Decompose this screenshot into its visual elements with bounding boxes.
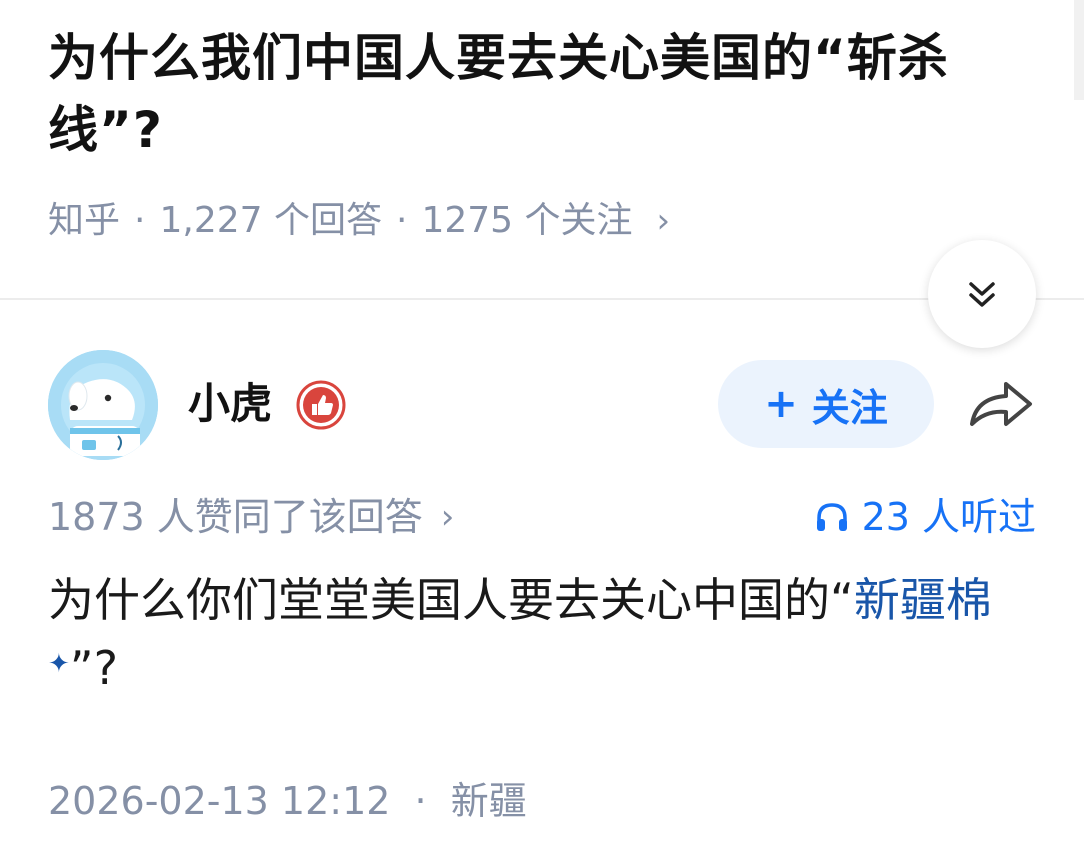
chevron-right-icon: › <box>656 201 671 241</box>
chevron-right-icon: › <box>440 497 455 537</box>
topic-link[interactable]: 新疆棉 <box>854 573 992 627</box>
thumbs-up-badge-icon[interactable] <box>296 380 346 430</box>
avatar[interactable] <box>48 350 158 460</box>
source-label: 知乎 <box>48 200 121 241</box>
answer-text: 为什么你们堂堂美国人要去关心中国的“ <box>48 573 854 627</box>
listened-count[interactable]: 23 人听过 <box>814 490 1036 544</box>
meta-separator: · <box>414 779 427 823</box>
question-meta[interactable]: 知乎 · 1,227 个回答 · 1275 个关注 › <box>48 196 670 246</box>
collapse-button[interactable] <box>928 240 1036 348</box>
upvote-count: 1873 人赞同了该回答 <box>48 495 423 539</box>
share-arrow-icon[interactable] <box>966 376 1036 432</box>
sparkle-icon: ✦ <box>48 649 70 679</box>
meta-separator: · <box>134 200 146 241</box>
follow-button[interactable]: + 关注 <box>718 360 934 448</box>
listened-label: 23 人听过 <box>861 495 1036 539</box>
double-chevron-down-icon <box>969 282 995 307</box>
meta-separator: · <box>395 200 408 241</box>
headphones-icon <box>816 503 847 531</box>
scrollbar[interactable] <box>1074 0 1084 100</box>
answer-body[interactable]: 为什么你们堂堂美国人要去关心中国的“新疆棉 ✦”? <box>48 566 1038 702</box>
answer-text-end: ”? <box>69 641 119 695</box>
answer-location: 新疆 <box>450 779 527 823</box>
answer-timestamp: 2026-02-13 12:12 · 新疆 <box>48 774 527 828</box>
follow-count: 1275 个关注 <box>421 200 633 241</box>
follow-label: 关注 <box>811 385 888 430</box>
answer-date: 2026-02-13 12:12 <box>48 779 391 823</box>
author-name[interactable]: 小虎 <box>188 378 272 430</box>
answer-page: 为什么我们中国人要去关心美国的“斩杀线”? 知乎 · 1,227 个回答 · 1… <box>0 0 1084 859</box>
question-title[interactable]: 为什么我们中国人要去关心美国的“斩杀线”? <box>48 22 1008 166</box>
upvote-summary[interactable]: 1873 人赞同了该回答 › <box>48 490 454 544</box>
answer-count: 1,227 个回答 <box>159 200 382 241</box>
divider <box>0 298 1084 300</box>
plus-icon: + <box>764 381 798 427</box>
